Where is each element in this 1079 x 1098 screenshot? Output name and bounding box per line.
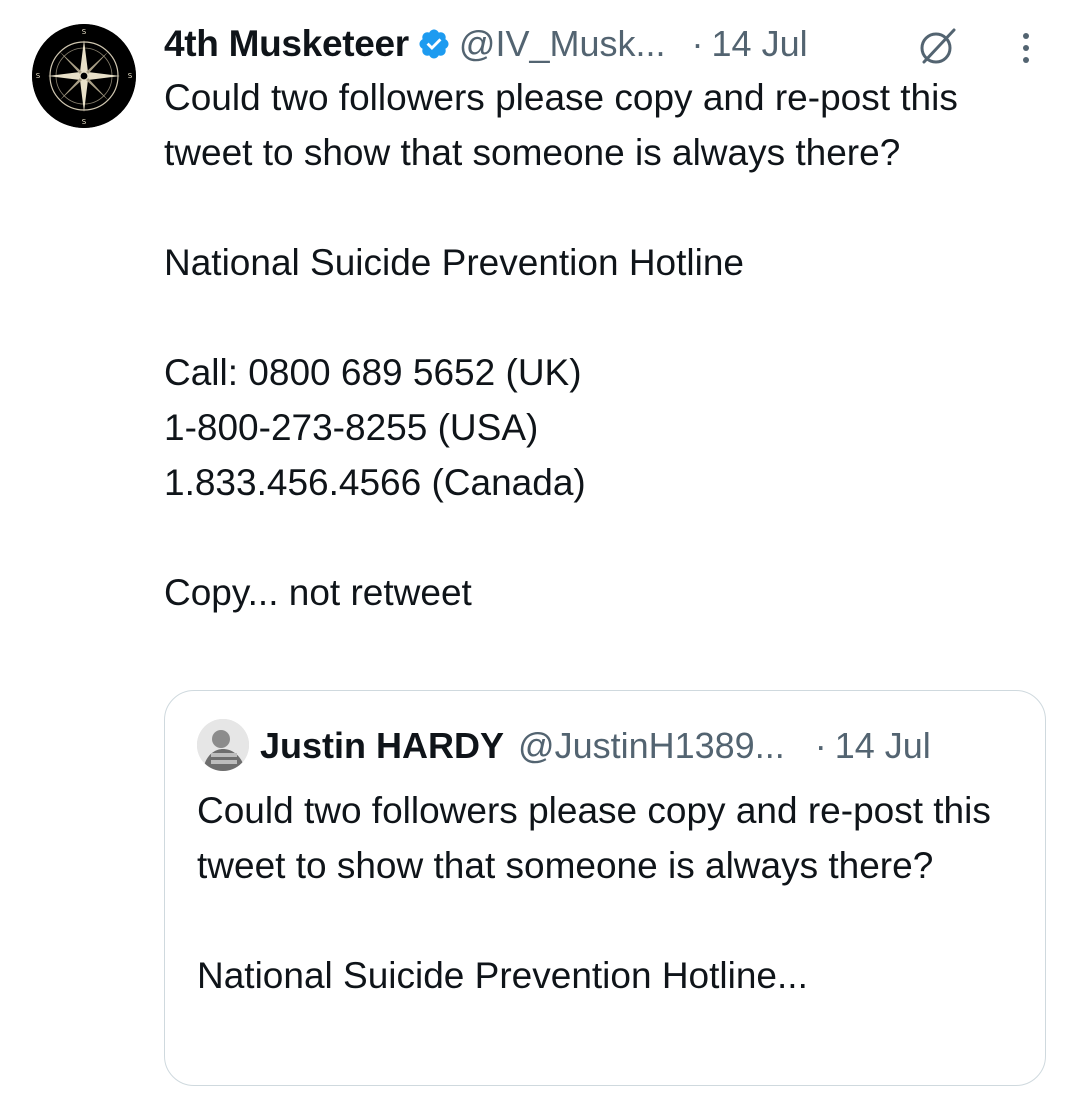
tweet-paragraph: Could two followers please copy and re-p… <box>164 77 958 173</box>
person-photo-icon <box>197 719 249 771</box>
verified-badge-icon <box>417 27 451 61</box>
quoted-author-handle[interactable]: @JustinH1389... <box>518 725 785 767</box>
tweet-paragraph: 1-800-273-8255 (USA) <box>164 407 539 448</box>
svg-text:S: S <box>82 118 87 126</box>
tweet[interactable]: S S S S 4th Musketeer @IV_Musk... · 14 J… <box>0 0 1079 1098</box>
quoted-tweet-paragraph: Could two followers please copy and re-p… <box>197 790 991 886</box>
tweet-paragraph: National Suicide Prevention Hotline <box>164 242 745 283</box>
svg-text:S: S <box>128 72 133 80</box>
quoted-tweet-body: Could two followers please copy and re-p… <box>197 783 1027 1003</box>
tweet-paragraph: Copy... not retweet <box>164 572 472 613</box>
svg-text:S: S <box>36 72 41 80</box>
tweet-body: Could two followers please copy and re-p… <box>164 70 1044 620</box>
tweet-header: 4th Musketeer @IV_Musk... · 14 Jul <box>164 18 808 70</box>
author-name[interactable]: 4th Musketeer <box>164 23 409 65</box>
quoted-tweet-date[interactable]: 14 Jul <box>835 725 931 767</box>
author-handle[interactable]: @IV_Musk... <box>459 23 666 65</box>
quoted-author-avatar[interactable] <box>197 719 249 771</box>
quoted-tweet-paragraph: National Suicide Prevention Hotline... <box>197 955 808 996</box>
quoted-tweet-card[interactable]: Justin HARDY @JustinH1389... · 14 Jul Co… <box>164 690 1046 1086</box>
tweet-date[interactable]: 14 Jul <box>712 23 808 65</box>
grok-icon[interactable] <box>916 24 960 68</box>
separator-dot: · <box>814 725 827 766</box>
more-options-icon[interactable] <box>1012 28 1040 68</box>
compass-rose-icon: S S S S <box>32 24 136 128</box>
quoted-author-name[interactable]: Justin HARDY <box>260 725 504 767</box>
tweet-paragraph: Call: 0800 689 5652 (UK) <box>164 352 582 393</box>
quoted-tweet-header: Justin HARDY @JustinH1389... · 14 Jul <box>260 721 931 771</box>
svg-text:S: S <box>82 28 87 36</box>
tweet-paragraph: 1.833.456.4566 (Canada) <box>164 462 586 503</box>
author-avatar[interactable]: S S S S <box>32 24 136 128</box>
separator-dot: · <box>691 23 704 64</box>
